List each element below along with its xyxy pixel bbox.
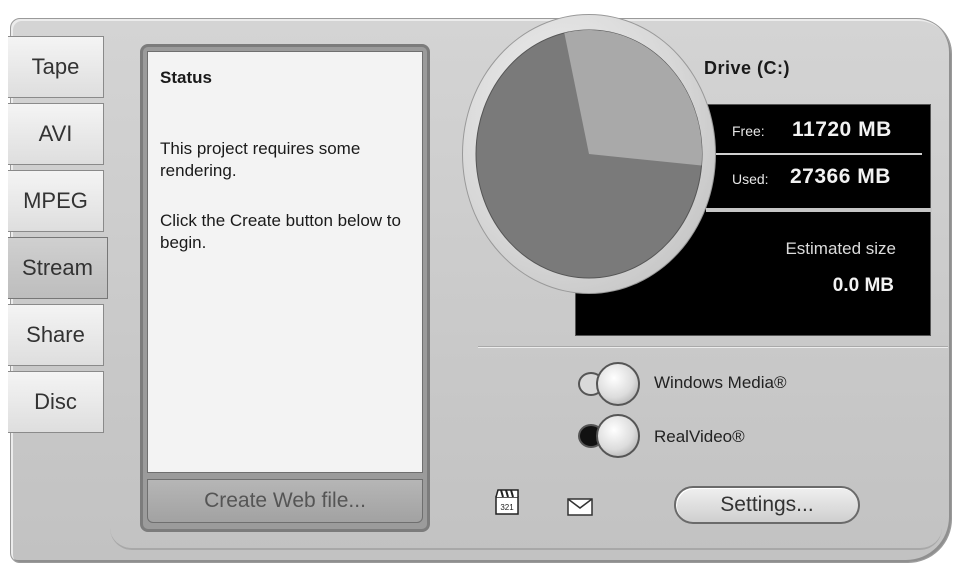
tab-stream-label: Stream	[22, 255, 93, 280]
tab-disc[interactable]: Disc	[8, 371, 104, 433]
status-message-rendering: This project requires some rendering.	[160, 139, 361, 180]
tab-tape-label: Tape	[31, 54, 80, 79]
tab-tape[interactable]: Tape	[8, 36, 104, 98]
create-web-file-label: Create Web file...	[204, 489, 366, 512]
used-value: 27366 MB	[790, 165, 891, 188]
tab-share-label: Share	[26, 322, 85, 347]
estimated-size-label: Estimated size	[785, 239, 896, 258]
svg-text:321: 321	[500, 503, 514, 512]
tab-disc-label: Disc	[34, 389, 77, 414]
free-label: Free:	[732, 123, 765, 139]
clapper-icon[interactable]: 321	[494, 488, 520, 516]
tab-avi-label: AVI	[38, 121, 73, 146]
used-label: Used:	[732, 171, 769, 187]
drive-label: Drive (C:)	[704, 58, 791, 78]
used-separator	[706, 208, 932, 212]
tab-stream[interactable]: Stream	[8, 237, 108, 299]
tab-avi[interactable]: AVI	[8, 103, 104, 165]
realvideo-label: RealVideo®	[654, 427, 745, 446]
free-value: 11720 MB	[792, 118, 892, 141]
windows-media-knob	[596, 362, 640, 406]
settings-button[interactable]: Settings...	[674, 486, 860, 524]
settings-label: Settings...	[720, 493, 814, 516]
section-divider	[478, 346, 948, 348]
status-panel: Status This project requires some render…	[140, 44, 430, 532]
status-message-instructions: Click the Create button below to begin.	[160, 211, 401, 252]
mail-icon[interactable]	[567, 498, 593, 516]
tab-mpeg[interactable]: MPEG	[8, 170, 104, 232]
realvideo-toggle[interactable]	[578, 414, 648, 458]
windows-media-toggle[interactable]	[578, 362, 648, 406]
create-web-file-button[interactable]: Create Web file...	[147, 479, 423, 523]
realvideo-knob	[596, 414, 640, 458]
free-separator	[706, 153, 922, 155]
disk-usage-pie	[475, 29, 703, 279]
windows-media-label: Windows Media®	[654, 373, 787, 392]
estimated-size-value: 0.0 MB	[832, 275, 894, 296]
tab-share[interactable]: Share	[8, 304, 104, 366]
status-title: Status	[160, 68, 212, 87]
tab-mpeg-label: MPEG	[23, 188, 88, 213]
status-text-area: Status This project requires some render…	[147, 51, 423, 473]
